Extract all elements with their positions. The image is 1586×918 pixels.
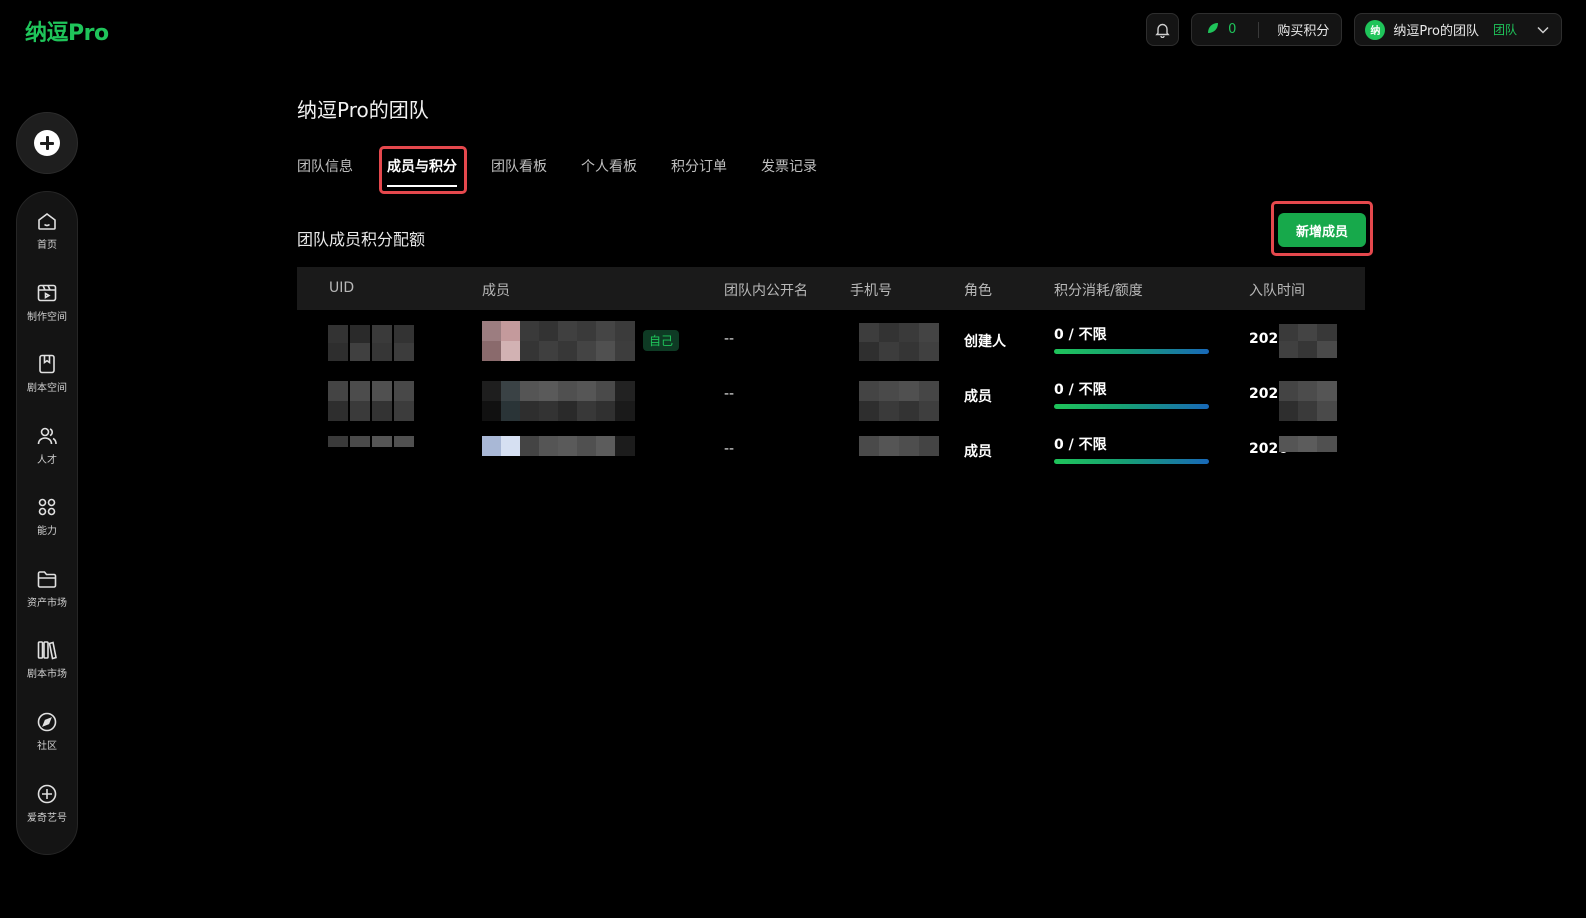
grid-icon bbox=[38, 498, 56, 516]
redacted-phone bbox=[859, 381, 939, 421]
sidebar-item-label: 爱奇艺号 bbox=[27, 812, 67, 824]
bell-icon bbox=[1155, 23, 1170, 38]
tab-credit-orders[interactable]: 积分订单 bbox=[671, 156, 727, 178]
chevron-down-icon bbox=[1537, 26, 1549, 34]
points-widget[interactable]: 0 购买积分 bbox=[1191, 13, 1343, 46]
credits: 0 / 不限 bbox=[1054, 437, 1107, 453]
redacted-member bbox=[482, 381, 635, 421]
book-icon bbox=[39, 354, 55, 374]
credit-progress-bar bbox=[1054, 404, 1209, 409]
home-icon bbox=[38, 213, 56, 230]
sidebar-item-label: 能力 bbox=[37, 526, 57, 538]
role: 成员 bbox=[964, 444, 992, 460]
redacted-date bbox=[1279, 436, 1337, 452]
redacted-uid bbox=[328, 381, 416, 421]
redacted-phone bbox=[859, 436, 939, 456]
members-table: UID 成员 团队内公开名 手机号 角色 积分消耗/额度 入队时间 自己 -- … bbox=[297, 267, 1365, 476]
credits: 0 / 不限 bbox=[1054, 327, 1107, 343]
public-name: -- bbox=[724, 331, 735, 347]
sidebar-item-label: 人才 bbox=[37, 454, 57, 466]
app-logo[interactable]: 纳逗Pro bbox=[25, 15, 109, 47]
table-row[interactable]: 自己 -- 创建人 0 / 不限 2026 bbox=[297, 311, 1365, 366]
highlight-box-tab bbox=[379, 146, 467, 194]
column-header-join-time: 入队时间 bbox=[1249, 283, 1305, 299]
topbar-actions: 0 购买积分 纳 纳逗Pro的团队 团队 bbox=[1146, 13, 1562, 46]
public-name: -- bbox=[724, 441, 735, 457]
role: 成员 bbox=[964, 389, 992, 405]
table-row[interactable]: -- 成员 0 / 不限 2026 bbox=[297, 421, 1365, 476]
column-header-public-name: 团队内公开名 bbox=[724, 283, 808, 299]
public-name: -- bbox=[724, 386, 735, 402]
tab-invoice-records[interactable]: 发票记录 bbox=[761, 156, 817, 178]
column-header-phone: 手机号 bbox=[850, 283, 892, 299]
video-edit-icon bbox=[37, 284, 57, 301]
column-header-uid: UID bbox=[329, 280, 355, 296]
credits: 0 / 不限 bbox=[1054, 382, 1107, 398]
tab-personal-dashboard[interactable]: 个人看板 bbox=[581, 156, 637, 178]
divider bbox=[1258, 21, 1260, 38]
redacted-member bbox=[482, 321, 635, 361]
highlight-box-button bbox=[1271, 201, 1373, 256]
table-row[interactable]: -- 成员 0 / 不限 2026 bbox=[297, 366, 1365, 421]
redacted-date bbox=[1279, 324, 1337, 358]
sidebar-item-asset-market[interactable]: 资产市场 bbox=[16, 568, 78, 640]
sidebar-item-abilities[interactable]: 能力 bbox=[16, 496, 78, 568]
sidebar-item-script-space[interactable]: 剧本空间 bbox=[16, 353, 78, 425]
sidebar-item-home[interactable]: 首页 bbox=[16, 210, 78, 282]
team-switcher[interactable]: 纳 纳逗Pro的团队 团队 bbox=[1354, 13, 1562, 46]
folder-icon bbox=[37, 571, 57, 588]
sidebar: 首页 制作空间 剧本空间 人才 能力 资产市场 剧本市场 社区 爱奇艺号 bbox=[16, 191, 78, 855]
table-header: UID 成员 团队内公开名 手机号 角色 积分消耗/额度 入队时间 bbox=[297, 267, 1365, 310]
credit-progress-bar bbox=[1054, 459, 1209, 464]
role: 创建人 bbox=[964, 334, 1006, 350]
redacted-member bbox=[482, 436, 635, 456]
redacted-uid bbox=[328, 325, 416, 361]
sidebar-item-label: 首页 bbox=[37, 240, 57, 251]
points-value: 0 bbox=[1228, 22, 1237, 37]
tab-team-info[interactable]: 团队信息 bbox=[297, 156, 353, 178]
buy-points-link[interactable]: 购买积分 bbox=[1277, 20, 1329, 39]
credit-progress-bar bbox=[1054, 349, 1209, 354]
sidebar-item-talent[interactable]: 人才 bbox=[16, 425, 78, 497]
people-icon bbox=[37, 427, 57, 444]
redacted-phone bbox=[859, 323, 939, 361]
page-title: 纳逗Pro的团队 bbox=[297, 98, 429, 122]
column-header-credits: 积分消耗/额度 bbox=[1054, 283, 1143, 299]
redacted-date bbox=[1279, 381, 1337, 421]
sidebar-item-label: 剧本空间 bbox=[27, 383, 67, 395]
notification-button[interactable] bbox=[1146, 13, 1180, 46]
sidebar-item-workspace[interactable]: 制作空间 bbox=[16, 282, 78, 354]
team-badge: 团队 bbox=[1492, 23, 1517, 37]
team-avatar: 纳 bbox=[1365, 19, 1386, 40]
plus-circle-icon bbox=[37, 784, 57, 803]
sidebar-item-label: 制作空间 bbox=[27, 311, 67, 323]
sidebar-item-label: 剧本市场 bbox=[27, 669, 67, 681]
bean-icon bbox=[1206, 21, 1220, 39]
self-badge: 自己 bbox=[643, 330, 680, 351]
create-button[interactable] bbox=[16, 112, 78, 174]
section-title: 团队成员积分配额 bbox=[297, 230, 426, 249]
sidebar-item-script-market[interactable]: 剧本市场 bbox=[16, 639, 78, 711]
column-header-member: 成员 bbox=[482, 283, 510, 299]
sidebar-item-iqiyi-account[interactable]: 爱奇艺号 bbox=[16, 783, 78, 855]
sidebar-item-label: 社区 bbox=[37, 740, 57, 752]
compass-icon bbox=[37, 712, 57, 732]
column-header-role: 角色 bbox=[964, 283, 992, 299]
sidebar-item-community[interactable]: 社区 bbox=[16, 711, 78, 783]
redacted-uid bbox=[328, 436, 416, 447]
tab-team-dashboard[interactable]: 团队看板 bbox=[491, 156, 547, 178]
sidebar-item-label: 资产市场 bbox=[27, 597, 67, 609]
library-icon bbox=[37, 641, 57, 660]
team-name: 纳逗Pro的团队 bbox=[1393, 24, 1479, 39]
plus-icon bbox=[34, 130, 60, 156]
